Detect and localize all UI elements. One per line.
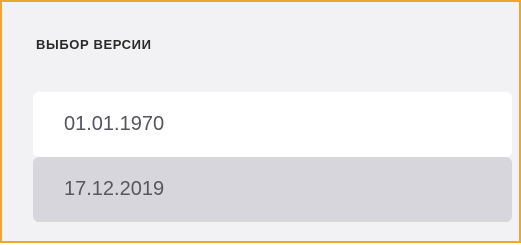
version-selector-panel: ВЫБОР ВЕРСИИ 01.01.1970 17.12.2019 — [0, 0, 521, 243]
version-option-label: 01.01.1970 — [64, 113, 165, 135]
version-list: 01.01.1970 17.12.2019 — [33, 92, 512, 222]
panel-title: ВЫБОР ВЕРСИИ — [36, 37, 152, 52]
version-option-1970[interactable]: 01.01.1970 — [33, 92, 512, 157]
version-option-2019[interactable]: 17.12.2019 — [33, 157, 512, 222]
version-option-label: 17.12.2019 — [64, 178, 165, 200]
